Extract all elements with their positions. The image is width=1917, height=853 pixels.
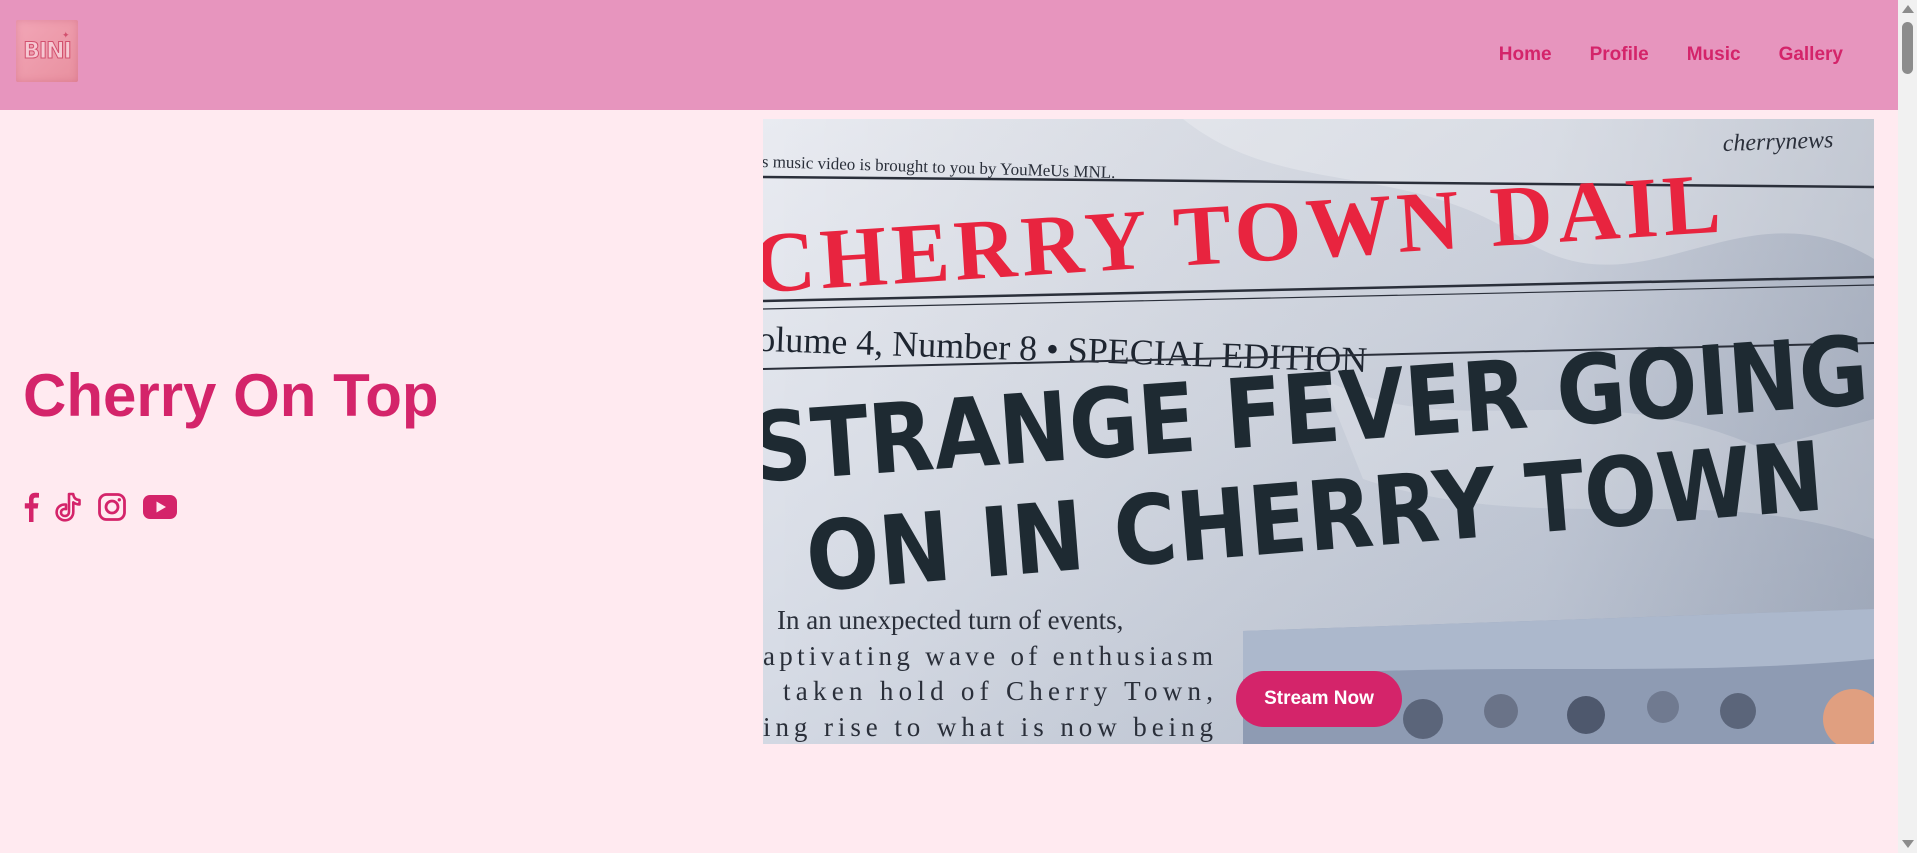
- nav-gallery-link[interactable]: Gallery: [1779, 44, 1843, 66]
- nav-music-link[interactable]: Music: [1687, 44, 1741, 66]
- scroll-up-arrow-icon[interactable]: [1902, 5, 1914, 13]
- newspaper-video-frame: is music video is brought to you by YouM…: [763, 119, 1874, 744]
- facebook-icon[interactable]: [23, 492, 39, 522]
- instagram-icon[interactable]: [97, 492, 127, 522]
- logo-star-icon: ✦: [62, 30, 70, 40]
- music-video-player[interactable]: is music video is brought to you by YouM…: [763, 119, 1874, 744]
- tiktok-icon[interactable]: [55, 492, 81, 522]
- scroll-down-arrow-icon[interactable]: [1902, 840, 1914, 848]
- top-navbar: BINI ✦ Home Profile Music Gallery: [0, 0, 1898, 110]
- main-nav: Home Profile Music Gallery: [1499, 44, 1843, 66]
- hero-title: Cherry On Top: [23, 362, 439, 429]
- page: BINI ✦ Home Profile Music Gallery Cherry…: [0, 0, 1898, 853]
- youtube-icon[interactable]: [143, 494, 177, 520]
- vertical-scrollbar[interactable]: [1898, 0, 1917, 853]
- scroll-thumb[interactable]: [1902, 22, 1913, 74]
- social-links: [23, 492, 177, 522]
- article-line-1: In an unexpected turn of events,: [777, 605, 1123, 635]
- logo-text: BINI: [23, 38, 73, 64]
- article-line-4: ing rise to what is now being: [763, 712, 1213, 742]
- stream-now-button[interactable]: Stream Now: [1236, 671, 1402, 727]
- nav-home-link[interactable]: Home: [1499, 44, 1552, 66]
- video-site: cherrynews: [1722, 127, 1833, 157]
- nav-profile-link[interactable]: Profile: [1590, 44, 1649, 66]
- bini-logo[interactable]: BINI ✦: [16, 20, 78, 82]
